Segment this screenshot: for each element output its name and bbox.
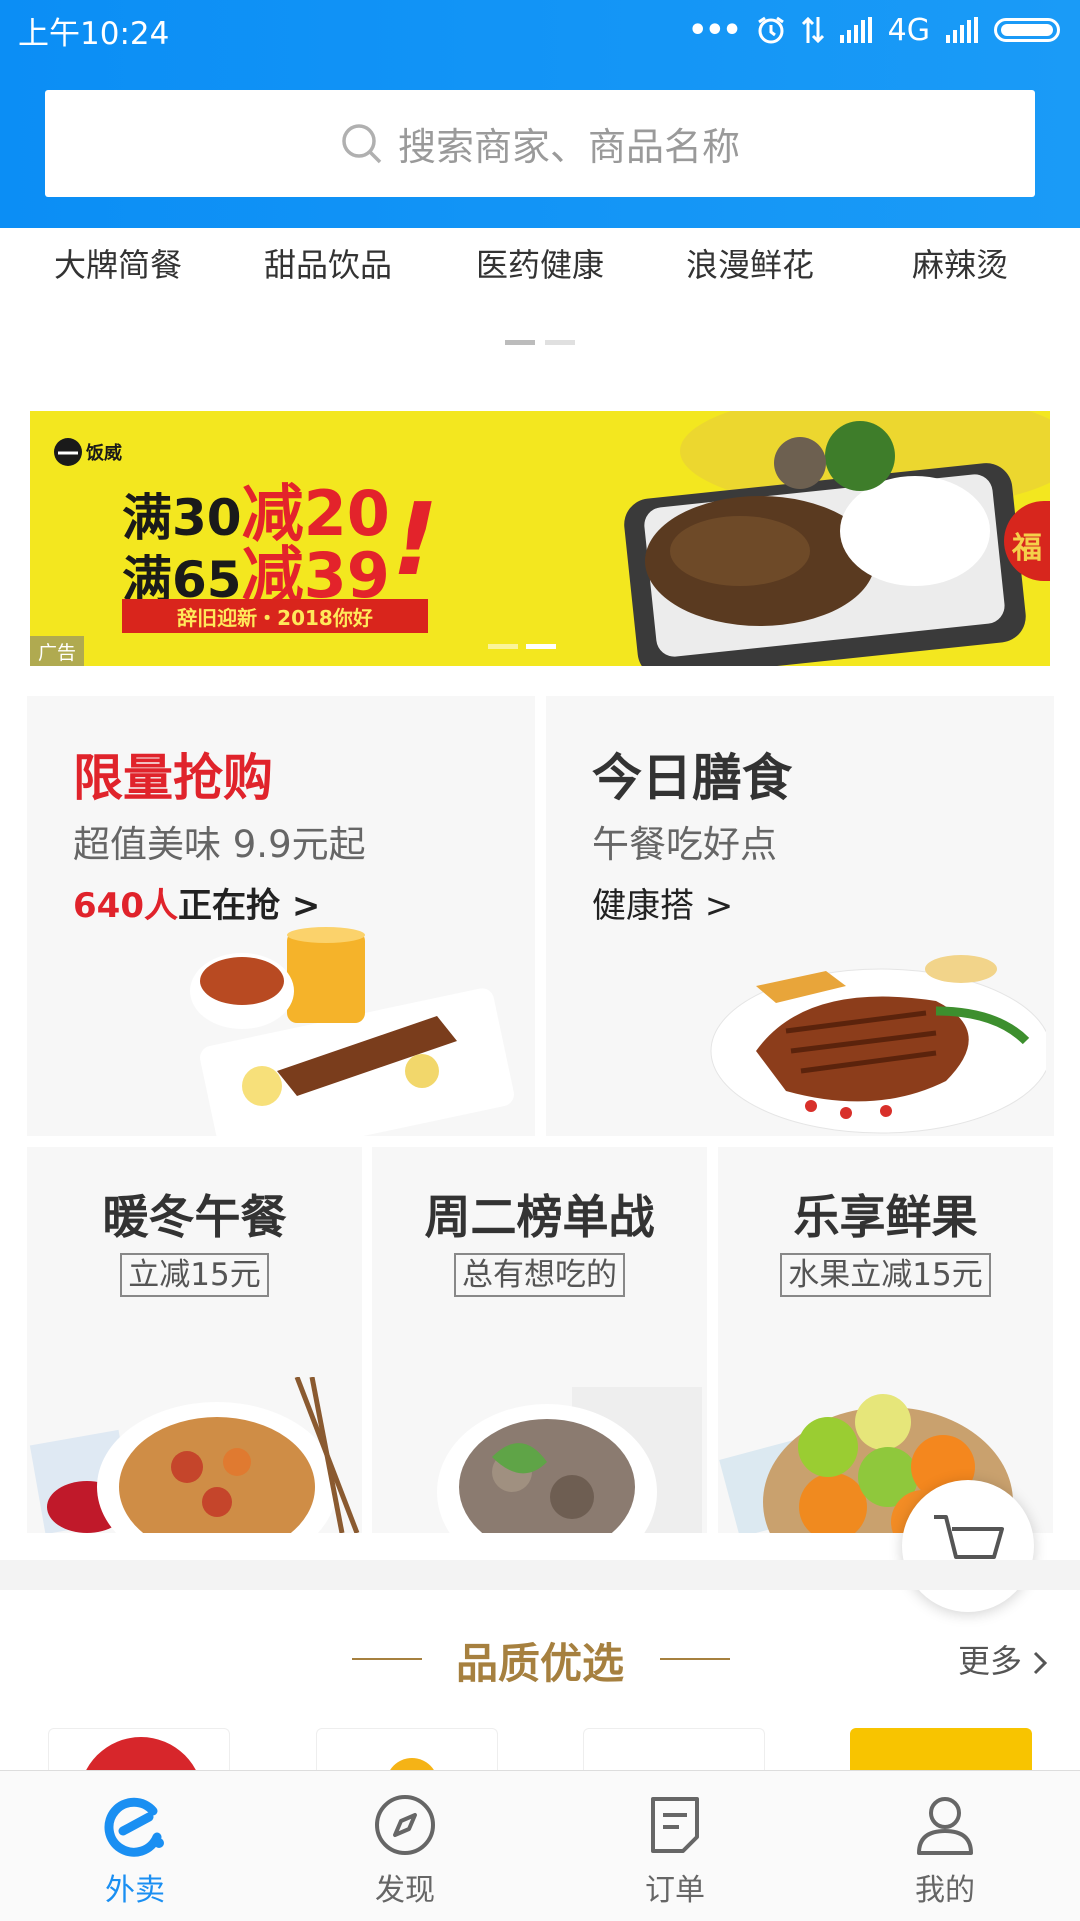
nav-label: 发现	[375, 1873, 435, 1908]
tuesday-rank-tag: 总有想吃的	[454, 1253, 625, 1297]
battery-icon	[994, 18, 1060, 42]
fruit-tag: 水果立减15元	[780, 1253, 991, 1297]
today-meal-action: 健康搭 >	[592, 886, 734, 926]
winter-lunch-title: 暖冬午餐	[102, 1190, 287, 1244]
ad-label: 广告	[30, 636, 84, 666]
user-icon	[917, 1797, 973, 1855]
today-meal-tile[interactable]: 今日膳食 午餐吃好点 健康搭 >	[546, 696, 1054, 1136]
nav-profile[interactable]: 我的	[810, 1771, 1080, 1921]
promo-slogan: 辞旧迎新・2018你好	[122, 599, 428, 633]
tuesday-rank-tile[interactable]: 周二榜单战 总有想吃的	[372, 1147, 707, 1533]
flash-sale-subtitle: 超值美味 9.9元起	[73, 823, 366, 866]
network-type: 4G	[887, 12, 930, 48]
soup-bowl-image	[437, 1387, 702, 1533]
tuesday-rank-title: 周二榜单战	[424, 1190, 655, 1244]
search-icon	[342, 123, 382, 163]
search-placeholder: 搜索商家、商品名称	[397, 125, 740, 169]
banner-page-indicator	[488, 644, 556, 649]
category-item[interactable]: 大牌简餐	[54, 240, 182, 286]
category-item[interactable]: 浪漫鲜花	[686, 240, 814, 286]
promo-line-2: 满65减39	[122, 539, 390, 612]
winter-lunch-tile[interactable]: 暖冬午餐 立减15元	[27, 1147, 362, 1533]
svg-text:饭威: 饭威	[85, 442, 122, 464]
alarm-icon	[757, 16, 784, 44]
signal-icon-2	[946, 17, 978, 43]
category-item[interactable]: 麻辣烫	[912, 240, 1008, 286]
search-bar[interactable]: 搜索商家、商品名称	[45, 90, 1035, 197]
status-icons: ••• 4G	[688, 10, 1060, 50]
today-meal-title: 今日膳食	[592, 749, 792, 807]
eleme-logo-icon	[104, 1797, 164, 1857]
rice-bowl-image	[29, 1377, 360, 1533]
winter-lunch-tag: 立减15元	[120, 1253, 269, 1297]
promo-exclaim: !	[379, 481, 451, 598]
more-dots-icon: •••	[688, 12, 742, 48]
cart-button[interactable]	[902, 1480, 1034, 1612]
more-link[interactable]: 更多	[958, 1636, 1048, 1682]
category-item[interactable]: 甜品饮品	[264, 240, 392, 286]
today-meal-subtitle: 午餐吃好点	[592, 823, 777, 866]
chevron-right-icon	[1034, 1651, 1048, 1675]
promo-line-1: 满30减20	[122, 477, 390, 550]
flash-sale-title: 限量抢购	[73, 749, 273, 807]
nav-discover[interactable]: 发现	[270, 1771, 540, 1921]
flash-sale-food-image	[190, 927, 514, 1136]
nav-orders[interactable]: 订单	[540, 1771, 810, 1921]
nav-label: 我的	[915, 1873, 975, 1908]
promo-banner[interactable]: 饭威 满30减20 满65减39 ! 辞旧迎新・2018你好 福 广告	[30, 411, 1050, 666]
section-divider	[0, 1560, 1080, 1590]
quality-section-title: 品质优选	[455, 1639, 624, 1688]
nav-takeout[interactable]: 外卖	[0, 1771, 270, 1921]
restaurant-logo: 饭威	[54, 438, 122, 466]
nav-label: 外卖	[105, 1873, 165, 1908]
signal-icon	[839, 17, 872, 43]
nav-label: 订单	[645, 1873, 705, 1908]
banner-food-image	[624, 411, 1050, 666]
bottom-nav: 外卖 发现 订单 我的	[0, 1770, 1080, 1921]
data-transfer-icon	[801, 16, 824, 44]
status-time: 上午10:24	[18, 16, 170, 52]
flash-sale-action: 640人正在抢 >	[73, 886, 321, 926]
status-bar: 上午10:24 ••• 4G	[0, 0, 1080, 62]
flash-sale-tile[interactable]: 限量抢购 超值美味 9.9元起 640人正在抢 >	[27, 696, 535, 1136]
steak-image	[710, 955, 1046, 1134]
category-row: 大牌简餐 甜品饮品 医药健康 浪漫鲜花 麻辣烫	[0, 240, 1080, 300]
compass-icon	[375, 1795, 435, 1855]
category-item[interactable]: 医药健康	[476, 240, 604, 286]
fruit-tile[interactable]: 乐享鲜果 水果立减15元	[718, 1147, 1053, 1533]
fruit-title: 乐享鲜果	[793, 1190, 978, 1244]
order-list-icon	[651, 1797, 699, 1853]
category-page-indicator	[505, 340, 575, 345]
